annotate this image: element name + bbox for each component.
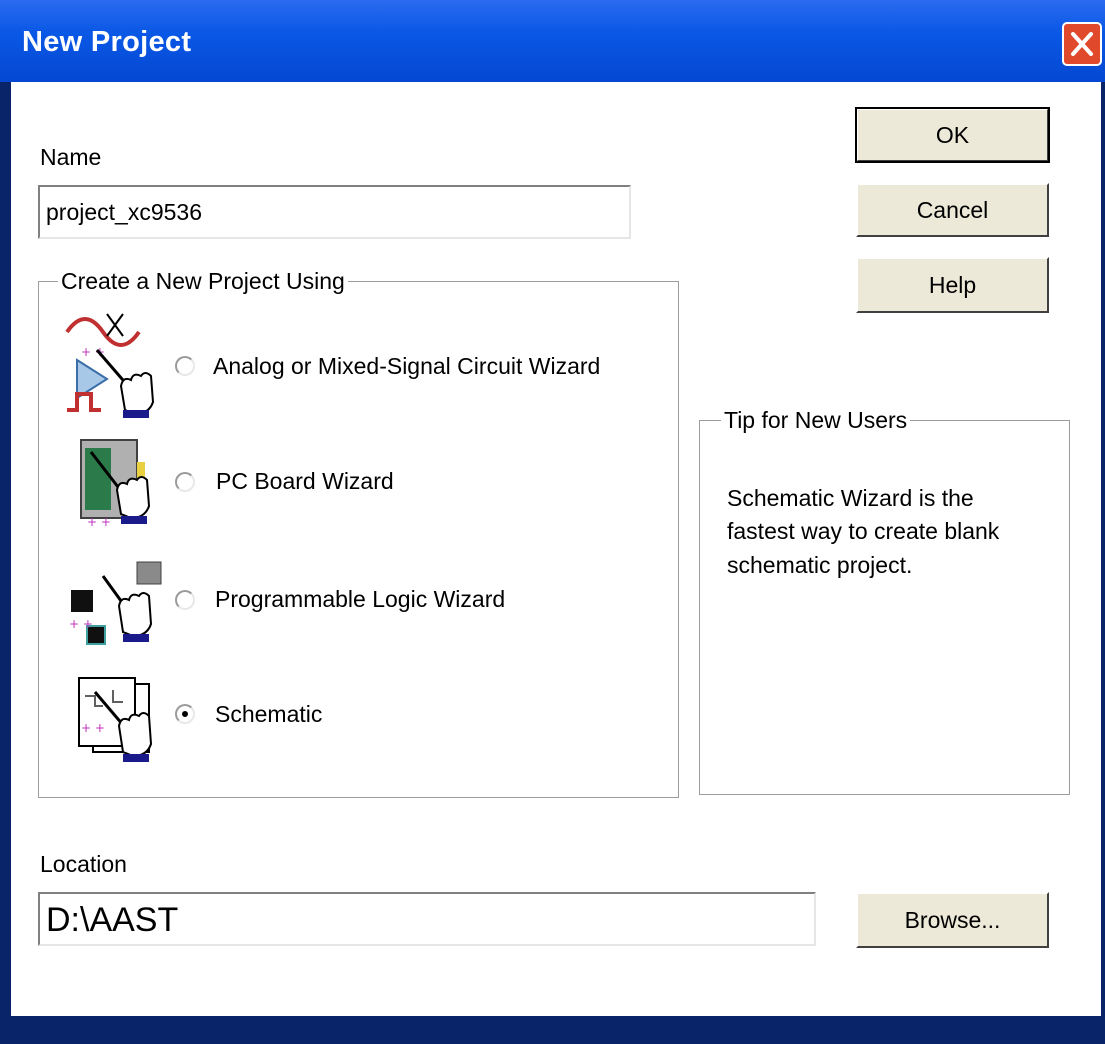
- new-project-dialog: New Project Name project_xc9536 OK Cance…: [0, 0, 1105, 1044]
- schematic-icon: + +: [78, 677, 153, 762]
- pc-board-wizard-icon: + +: [80, 439, 151, 529]
- name-input[interactable]: project_xc9536: [38, 185, 631, 239]
- tip-line-2: fastest way to create blank: [727, 518, 1000, 544]
- help-button[interactable]: Help: [856, 257, 1049, 313]
- analog-wizard-icon: + +: [65, 313, 155, 418]
- schematic-label[interactable]: Schematic: [215, 701, 322, 728]
- analog-wizard-radio[interactable]: [175, 356, 195, 376]
- svg-text:+ +: + +: [69, 617, 93, 631]
- window-title: New Project: [22, 26, 192, 58]
- location-input[interactable]: D:\AAST: [38, 892, 816, 946]
- schematic-radio-dot: [182, 711, 188, 717]
- cancel-button[interactable]: Cancel: [856, 183, 1049, 237]
- window-bottom-border: [0, 1016, 1105, 1044]
- name-label: Name: [40, 144, 102, 170]
- dialog-body: Name project_xc9536 OK Cancel Help Creat…: [11, 82, 1101, 1016]
- pc-board-wizard-radio[interactable]: [175, 472, 195, 492]
- title-bar[interactable]: New Project: [0, 0, 1105, 82]
- tip-group: [699, 420, 1070, 795]
- programmable-logic-wizard-icon: + +: [69, 561, 162, 645]
- tip-group-legend: Tip for New Users: [721, 407, 911, 434]
- svg-text:+ +: + +: [87, 515, 111, 529]
- location-input-value: D:\AAST: [46, 901, 179, 939]
- programmable-logic-wizard-label[interactable]: Programmable Logic Wizard: [215, 586, 505, 613]
- create-project-group-legend: Create a New Project Using: [58, 268, 348, 295]
- pc-board-wizard-label[interactable]: PC Board Wizard: [216, 468, 394, 495]
- tip-line-1: Schematic Wizard is the: [727, 485, 974, 511]
- programmable-logic-wizard-radio[interactable]: [175, 590, 195, 610]
- schematic-radio[interactable]: [175, 704, 195, 724]
- tip-line-3: schematic project.: [727, 552, 913, 578]
- name-input-value: project_xc9536: [46, 199, 202, 225]
- location-label: Location: [40, 851, 127, 877]
- ok-button[interactable]: OK: [855, 107, 1050, 163]
- close-button[interactable]: [1062, 22, 1102, 66]
- analog-wizard-label[interactable]: Analog or Mixed-Signal Circuit Wizard: [213, 353, 600, 380]
- svg-text:+ +: + +: [81, 721, 105, 735]
- browse-button[interactable]: Browse...: [856, 892, 1049, 948]
- close-icon: [1071, 32, 1093, 56]
